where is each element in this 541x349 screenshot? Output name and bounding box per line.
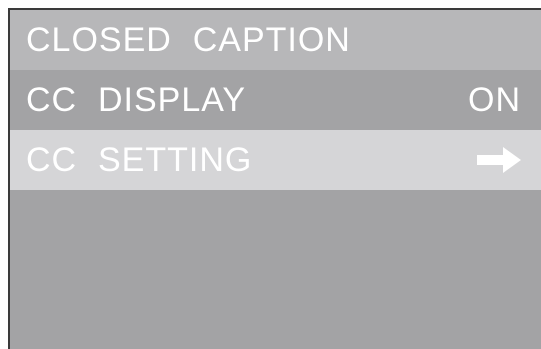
arrow-right-icon [477, 147, 521, 173]
menu-title: CLOSED CAPTION [26, 20, 351, 59]
cc-display-label: CC DISPLAY [26, 80, 247, 119]
cc-setting-label: CC SETTING [26, 140, 253, 179]
closed-caption-menu: CLOSED CAPTION CC DISPLAY ON CC SETTING [8, 8, 541, 349]
menu-item-cc-display[interactable]: CC DISPLAY ON [10, 70, 541, 130]
cc-display-value: ON [468, 80, 521, 119]
menu-title-bar: CLOSED CAPTION [10, 10, 541, 70]
menu-item-cc-setting[interactable]: CC SETTING [10, 130, 541, 190]
